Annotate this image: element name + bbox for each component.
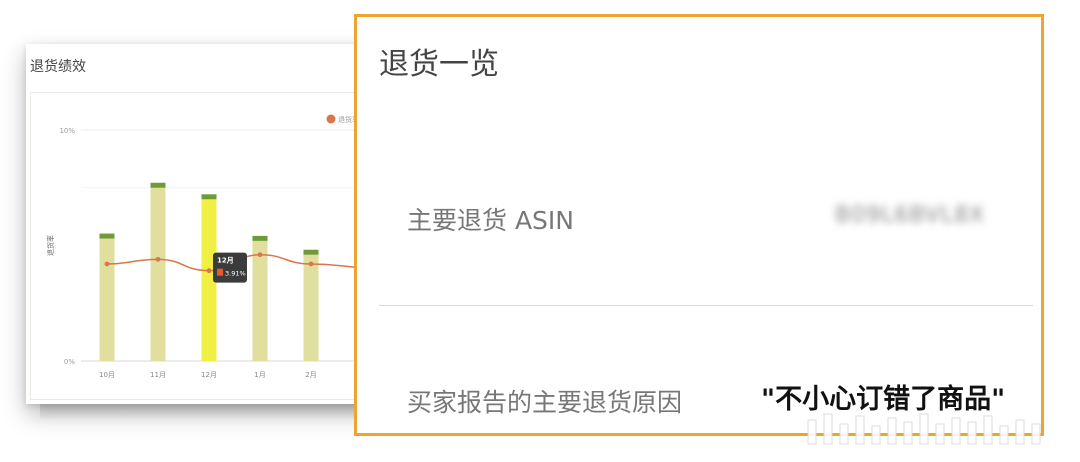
- panel-title: 退货绩效: [30, 59, 86, 75]
- y-tick-label: 10%: [59, 127, 75, 135]
- x-tick-label: 11月: [150, 371, 166, 379]
- legend-swatch: [326, 114, 336, 124]
- x-tick-label: 2月: [305, 371, 316, 379]
- line-point: [104, 261, 110, 267]
- x-tick-label: 12月: [201, 371, 217, 379]
- bar: [252, 240, 268, 361]
- x-tick-label: 1月: [254, 371, 265, 379]
- bar-cap: [99, 233, 115, 239]
- bar-cap: [303, 249, 319, 255]
- tooltip-swatch: [217, 268, 223, 276]
- return-rate-chart: 10%0%退货率退货率10月 11月 12月 1月 2月12月3.91%: [46, 114, 371, 379]
- line-point: [308, 261, 314, 267]
- line-point: [155, 256, 161, 262]
- y-tick-label: 0%: [64, 358, 75, 366]
- return-overview-card: 退货一览 主要退货 ASIN B09L6BVL8X 买家报告的主要退货原因 "不…: [354, 14, 1044, 436]
- bar: [150, 187, 166, 361]
- panel-shadow: [40, 404, 370, 420]
- top-return-asin-value[interactable]: B09L6BVL8X: [835, 203, 985, 228]
- line-point: [257, 252, 263, 258]
- watermark-icon: [807, 413, 1041, 445]
- bar-cap: [150, 182, 166, 188]
- bar-cap: [201, 194, 217, 200]
- bar-cap: [252, 235, 268, 241]
- line-point: [206, 268, 212, 274]
- tooltip-month: 12月: [217, 257, 234, 265]
- tooltip-value: 3.91%: [225, 270, 246, 278]
- divider: [379, 305, 1033, 306]
- bar: [99, 238, 115, 361]
- chart-frame: 10% 0% 退货率 退货率 10月 11月 12月 1月 2月 12月 3.91%: [30, 92, 372, 400]
- top-return-asin-label: 主要退货 ASIN: [407, 206, 574, 235]
- y-axis-title: 退货率: [46, 235, 55, 256]
- top-return-reason-label: 买家报告的主要退货原因: [407, 388, 683, 417]
- bar: [303, 254, 319, 361]
- x-tick-label: 10月: [99, 371, 115, 379]
- card-title: 退货一览: [379, 47, 499, 82]
